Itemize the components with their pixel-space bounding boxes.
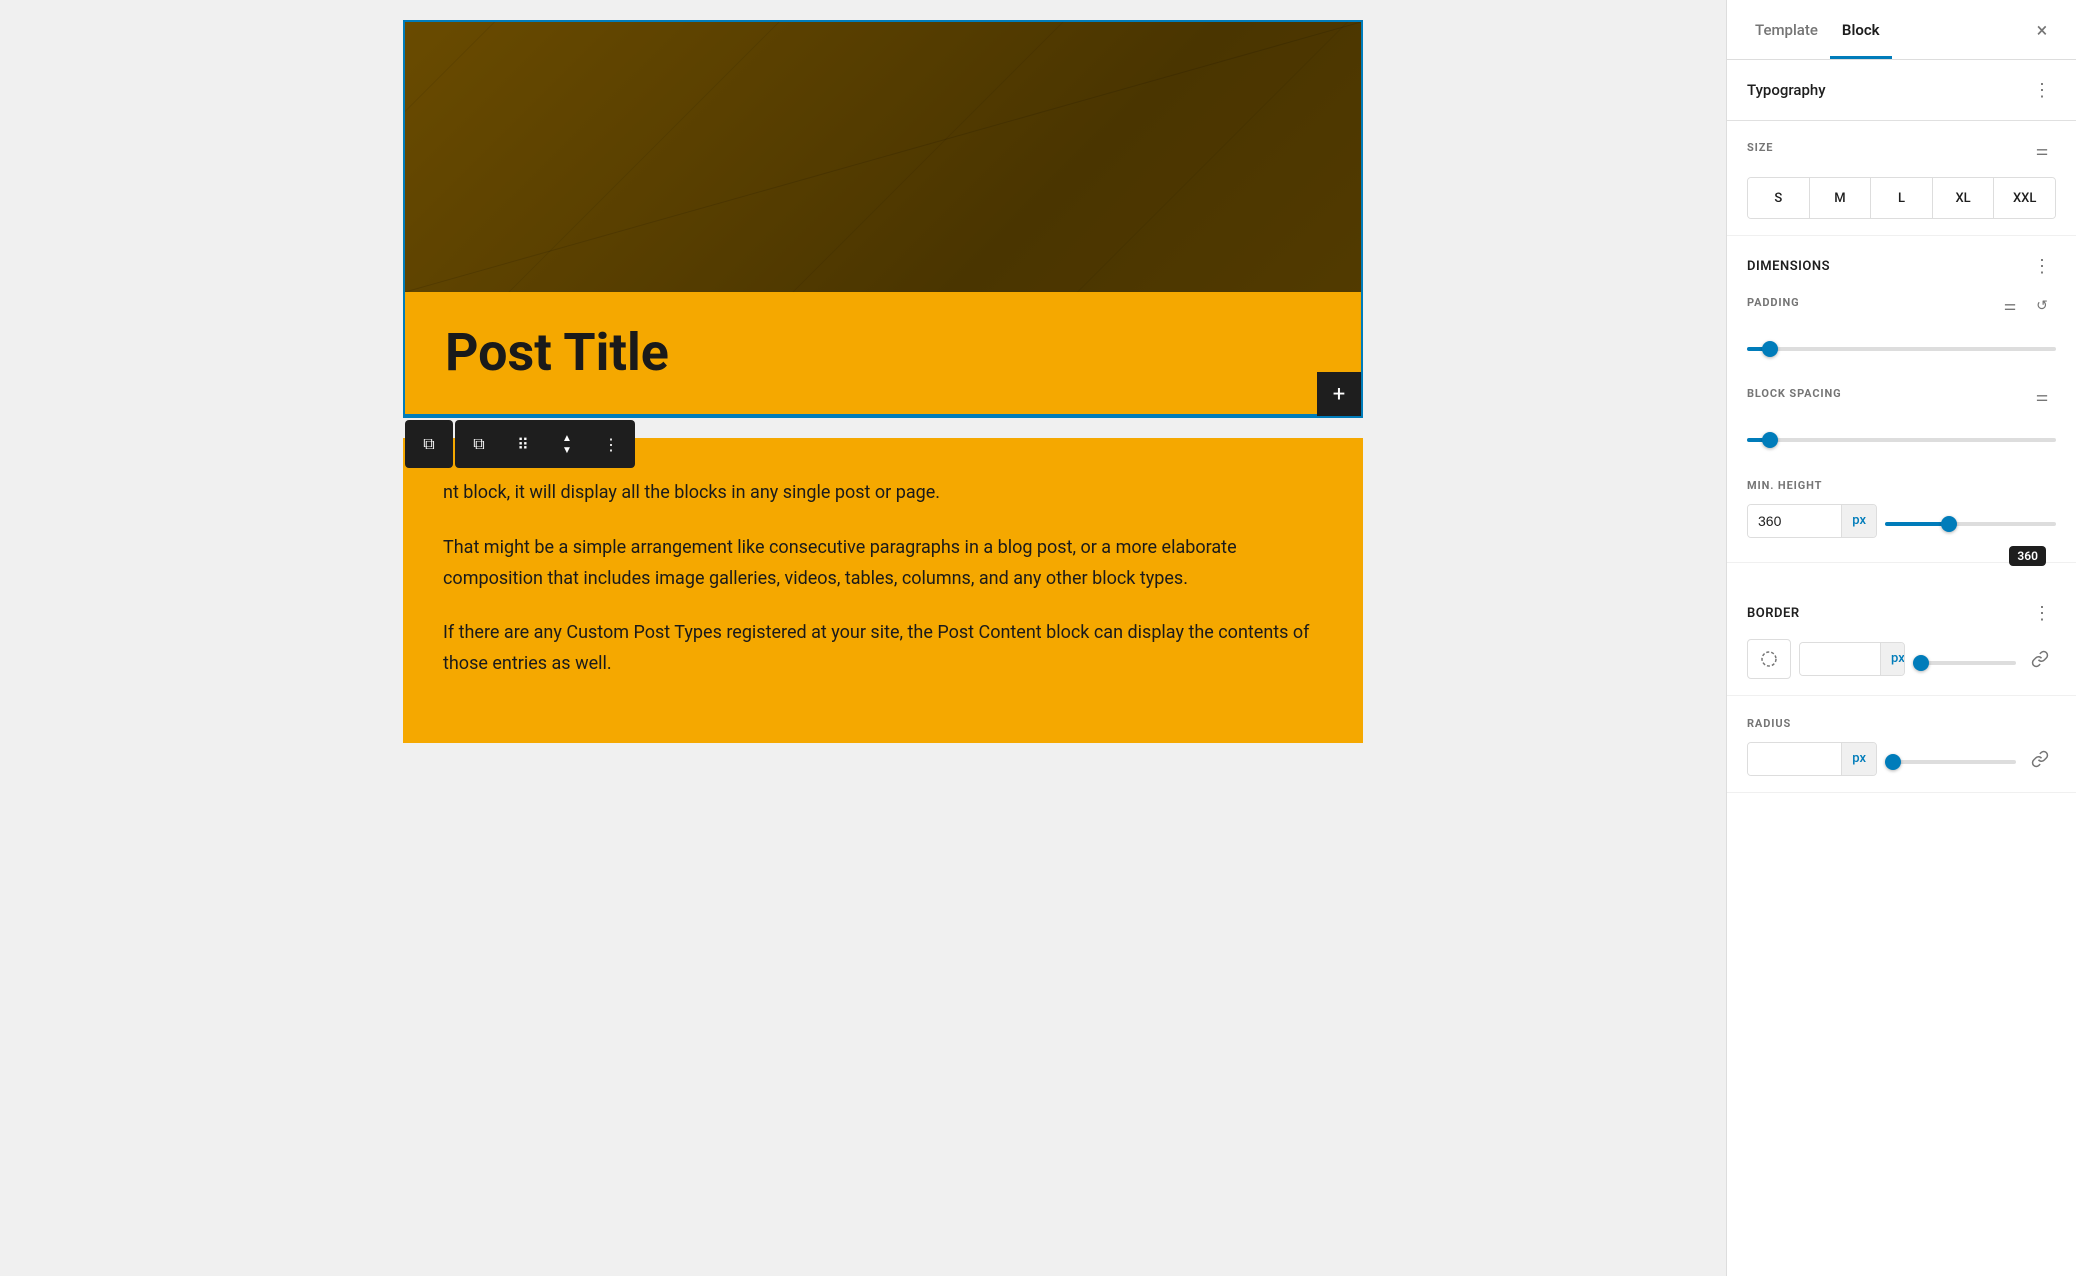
radius-input-row: px	[1747, 741, 2056, 776]
border-input-row: px	[1747, 639, 2056, 679]
hero-image-block	[405, 22, 1361, 292]
radius-unit: px	[1841, 743, 1876, 775]
typography-section: Typography ⋮	[1727, 60, 2076, 121]
border-section: Border ⋮ px	[1727, 583, 2076, 696]
typography-label: Typography	[1747, 81, 1826, 99]
border-width-input-group: px	[1799, 642, 1905, 676]
dimensions-header: Dimensions ⋮	[1747, 252, 2056, 280]
radius-slider-wrap	[1885, 741, 2016, 776]
paragraph-2[interactable]: That might be a simple arrangement like …	[443, 533, 1323, 594]
padding-slider-container	[1747, 328, 2056, 363]
more-options-button[interactable]: ⋮	[589, 422, 633, 466]
min-height-unit: px	[1841, 505, 1876, 537]
border-style-icon[interactable]	[1747, 639, 1791, 679]
border-width-input[interactable]	[1800, 643, 1880, 675]
min-height-slider-wrap: 360	[1885, 503, 2056, 538]
block-spacing-settings-icon[interactable]: ⚌	[2028, 383, 2056, 411]
size-label: SIZE	[1747, 141, 1773, 154]
toolbar-group-2: ⧉ ⠿ ▲▼ ⋮	[455, 420, 635, 468]
typography-header: Typography ⋮	[1747, 76, 2056, 104]
border-slider-wrap	[1913, 642, 2017, 677]
sidebar-tabs: Template Block ×	[1727, 0, 2076, 60]
border-unit: px	[1880, 643, 1905, 675]
drag-handle-button[interactable]: ⠿	[501, 422, 545, 466]
paragraph-3[interactable]: If there are any Custom Post Types regis…	[443, 618, 1323, 679]
border-header: Border ⋮	[1747, 599, 2056, 627]
size-xl-button[interactable]: XL	[1933, 178, 1995, 218]
block-spacing-label: BLOCK SPACING	[1747, 387, 1842, 400]
min-height-group: MIN. HEIGHT px 360	[1747, 474, 2056, 538]
padding-group: PADDING ⚌ ↺	[1747, 292, 2056, 363]
move-up-down-button[interactable]: ▲▼	[545, 422, 589, 466]
selected-block-wrapper: Post Title + ⧉ ⧉ ⠿ ▲▼ ⋮	[403, 20, 1363, 418]
radius-input[interactable]	[1748, 743, 1841, 775]
padding-settings-icon[interactable]: ⚌	[1996, 292, 2024, 320]
radius-slider[interactable]	[1885, 760, 2016, 764]
min-height-label: MIN. HEIGHT	[1747, 479, 1822, 492]
block-spacing-header: BLOCK SPACING ⚌	[1747, 383, 2056, 411]
tab-template[interactable]: Template	[1743, 0, 1830, 59]
min-height-header: MIN. HEIGHT	[1747, 474, 2056, 493]
min-height-input[interactable]	[1748, 505, 1841, 537]
dimensions-section: Dimensions ⋮ PADDING ⚌ ↺ BLOCK SPACING ⚌	[1727, 236, 2076, 563]
dimensions-label: Dimensions	[1747, 259, 1830, 274]
padding-controls: ⚌ ↺	[1996, 292, 2056, 320]
content-area: nt block, it will display all the blocks…	[403, 438, 1363, 743]
radius-link-button[interactable]	[2024, 743, 2056, 775]
radius-section: RADIUS px	[1727, 696, 2076, 793]
sidebar-panel: Template Block × Typography ⋮ SIZE ⚌ S M…	[1726, 0, 2076, 1276]
padding-link-icon[interactable]: ↺	[2028, 292, 2056, 320]
radius-label: RADIUS	[1747, 717, 1791, 730]
border-link-button[interactable]	[2024, 643, 2056, 675]
size-s-button[interactable]: S	[1748, 178, 1810, 218]
padding-label: PADDING	[1747, 296, 1800, 309]
padding-header: PADDING ⚌ ↺	[1747, 292, 2056, 320]
size-section: SIZE ⚌ S M L XL XXL	[1727, 121, 2076, 236]
post-title-block[interactable]: Post Title	[405, 292, 1361, 416]
paragraph-1[interactable]: nt block, it will display all the blocks…	[443, 478, 1323, 509]
min-height-tooltip: 360	[2009, 546, 2046, 566]
radius-input-group: px	[1747, 742, 1877, 776]
border-width-slider[interactable]	[1913, 661, 2017, 665]
toolbar-group-1: ⧉	[405, 420, 453, 468]
radius-header: RADIUS	[1747, 712, 2056, 731]
block-spacing-slider[interactable]	[1747, 438, 2056, 442]
typography-menu-button[interactable]: ⋮	[2028, 76, 2056, 104]
size-header: SIZE ⚌	[1747, 137, 2056, 165]
size-m-button[interactable]: M	[1810, 178, 1872, 218]
block-toolbar: ⧉ ⧉ ⠿ ▲▼ ⋮	[405, 420, 635, 468]
diagonal-decoration	[405, 22, 1361, 292]
size-l-button[interactable]: L	[1871, 178, 1933, 218]
add-block-button[interactable]: +	[1317, 372, 1361, 416]
border-menu-button[interactable]: ⋮	[2028, 599, 2056, 627]
dimensions-menu-button[interactable]: ⋮	[2028, 252, 2056, 280]
min-height-input-row: px 360	[1747, 503, 2056, 538]
post-title-text: Post Title	[445, 322, 1321, 384]
padding-slider[interactable]	[1747, 347, 2056, 351]
tab-block[interactable]: Block	[1830, 0, 1892, 59]
min-height-slider[interactable]	[1885, 522, 2056, 526]
block-spacing-slider-container	[1747, 419, 2056, 454]
close-button[interactable]: ×	[2024, 12, 2060, 48]
border-label: Border	[1747, 606, 1800, 621]
select-parent-button[interactable]: ⧉	[457, 422, 501, 466]
min-height-input-group: px	[1747, 504, 1877, 538]
block-spacing-group: BLOCK SPACING ⚌	[1747, 383, 2056, 454]
size-xxl-button[interactable]: XXL	[1994, 178, 2055, 218]
size-options-row: S M L XL XXL	[1747, 177, 2056, 219]
size-settings-button[interactable]: ⚌	[2028, 137, 2056, 165]
block-type-button[interactable]: ⧉	[407, 422, 451, 466]
